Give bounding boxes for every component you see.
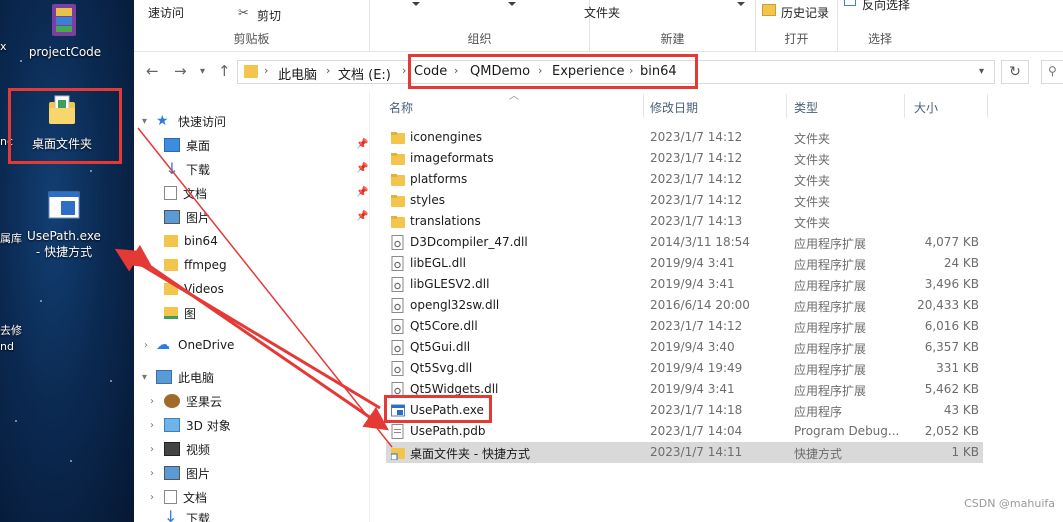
annotation-arrows <box>114 127 393 448</box>
annotation-arrow <box>114 248 381 410</box>
annotation-thin-line <box>137 127 393 448</box>
